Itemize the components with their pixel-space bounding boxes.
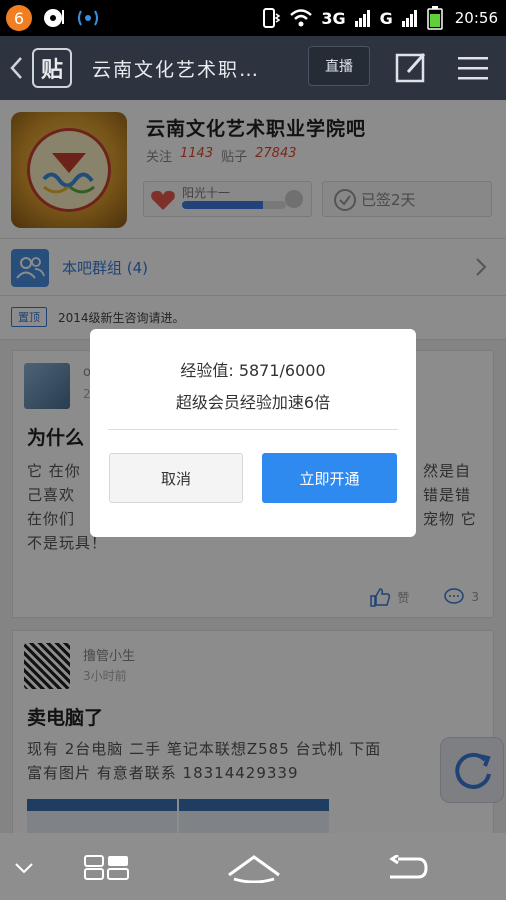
- clock: 20:56: [454, 9, 498, 27]
- signal-strength-icon: [401, 10, 417, 27]
- page-title: 云南文化艺术职…: [92, 58, 261, 81]
- back-button[interactable]: [0, 36, 32, 100]
- experience-dialog: 经验值: 5871/6000 超级会员经验加速6倍 取消 立即开通: [90, 329, 416, 537]
- network-type: 3G: [321, 8, 346, 28]
- compose-icon[interactable]: [394, 50, 428, 84]
- experience-value: 经验值: 5871/6000: [180, 361, 326, 380]
- vibrate-icon: [263, 8, 281, 28]
- system-nav-bar: [0, 833, 506, 900]
- signal-strength-icon: [354, 10, 370, 27]
- chevron-left-icon: [10, 57, 22, 79]
- network-type-secondary: G: [379, 8, 393, 28]
- cancel-button[interactable]: 取消: [109, 453, 243, 503]
- tieba-logo-icon[interactable]: 贴: [32, 48, 72, 88]
- wireless-signal-icon: [78, 10, 98, 26]
- dialog-divider: [108, 429, 398, 430]
- battery-icon: [427, 6, 443, 30]
- menu-icon[interactable]: [456, 54, 490, 82]
- chevron-down-icon[interactable]: [14, 861, 34, 875]
- recent-apps-icon[interactable]: [84, 855, 130, 881]
- status-bar: 6 3G G 20:56: [0, 0, 506, 36]
- notification-badge: 6: [6, 5, 32, 31]
- vip-boost-text: 超级会员经验加速6倍: [175, 393, 331, 412]
- app-bar: 贴 云南文化艺术职… 直播: [0, 36, 506, 100]
- home-icon[interactable]: [226, 853, 282, 883]
- activate-now-button[interactable]: 立即开通: [262, 453, 397, 503]
- music-notification-icon: [44, 9, 64, 27]
- back-nav-icon[interactable]: [384, 855, 428, 881]
- live-button[interactable]: 直播: [308, 46, 370, 86]
- wifi-icon: [290, 9, 313, 27]
